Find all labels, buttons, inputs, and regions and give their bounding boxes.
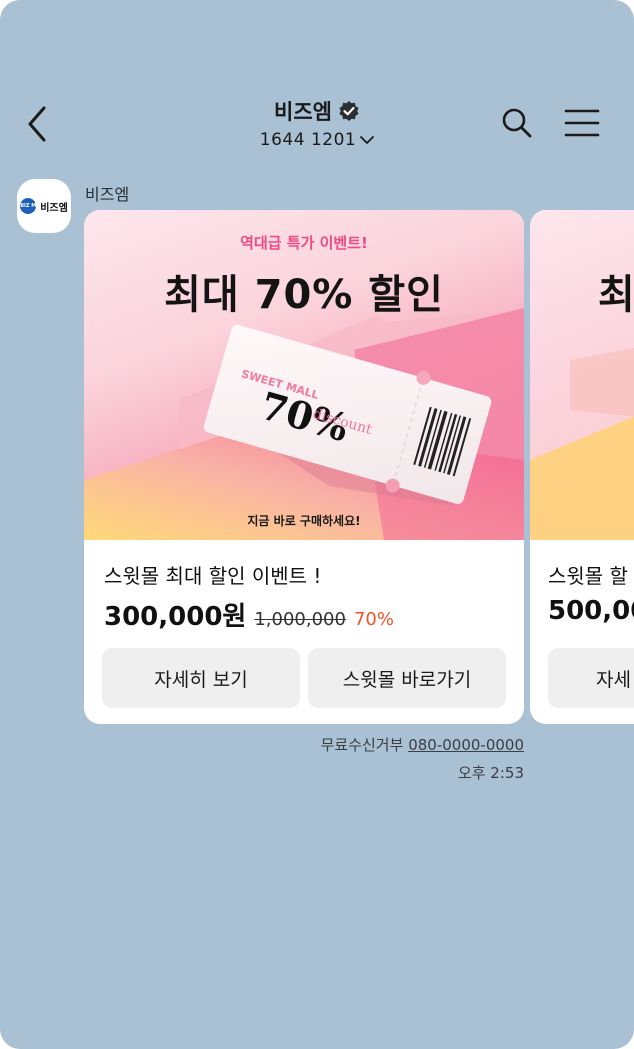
original-price: 1,000,000 bbox=[254, 609, 346, 630]
optout-number-link[interactable]: 080-0000-0000 bbox=[408, 736, 524, 754]
card-2-title: 스윗몰 할 bbox=[548, 564, 628, 588]
banner-footer: 지금 바로 구매하세요! bbox=[247, 514, 361, 528]
message-time: 오후 2:53 bbox=[457, 764, 524, 782]
promo-banner[interactable]: 역대급 특가 이벤트! 최대 70% 할인 SWEET MALL 70% dis… bbox=[84, 210, 524, 540]
banner-subtitle: 역대급 특가 이벤트! bbox=[240, 234, 368, 252]
card-title: 스윗몰 최대 할인 이벤트 ! bbox=[104, 564, 322, 588]
verified-badge-icon bbox=[339, 101, 359, 121]
chat-screen: 비즈엠 1644 1201 BIZ M 비즈엠 비즈엠 역대급 특가 이벤트! … bbox=[0, 0, 634, 1049]
avatar-text: 비즈엠 bbox=[40, 202, 68, 214]
optout-label: 무료수신거부 bbox=[320, 736, 404, 754]
banner-2-illustration bbox=[530, 348, 634, 540]
chat-header: 비즈엠 1644 1201 bbox=[0, 96, 634, 150]
banner-2-headline: 최 bbox=[598, 272, 634, 318]
price-row: 300,000원 1,000,000 70% bbox=[104, 596, 394, 633]
phone-number-dropdown[interactable]: 1644 1201 bbox=[259, 130, 375, 150]
discount-rate: 70% bbox=[353, 609, 394, 630]
hamburger-menu-icon bbox=[564, 109, 600, 137]
card-2-details-button[interactable]: 자세 bbox=[548, 648, 634, 708]
promo-banner-2[interactable]: 최 bbox=[530, 210, 634, 540]
go-to-mall-button[interactable]: 스윗몰 바로가기 bbox=[308, 648, 506, 708]
bizm-logo-icon: BIZ M bbox=[20, 198, 36, 214]
chat-title: 비즈엠 bbox=[274, 100, 332, 124]
menu-button[interactable] bbox=[564, 108, 600, 138]
sender-avatar[interactable]: BIZ M 비즈엠 bbox=[17, 179, 71, 233]
details-button[interactable]: 자세히 보기 bbox=[102, 648, 300, 708]
sender-name: 비즈엠 bbox=[85, 185, 130, 204]
search-button[interactable] bbox=[500, 106, 534, 140]
discount-ticket-illustration bbox=[84, 308, 524, 540]
card-2-price: 500,00 bbox=[548, 596, 634, 626]
message-card-2: 최 스윗몰 할 500,00 자세 bbox=[530, 210, 634, 724]
search-icon bbox=[502, 108, 532, 138]
sale-price: 300,000원 bbox=[104, 602, 247, 632]
message-card: 역대급 특가 이벤트! 최대 70% 할인 SWEET MALL 70% dis… bbox=[84, 210, 524, 724]
optout-line: 무료수신거부 080-0000-0000 bbox=[321, 734, 524, 755]
phone-number: 1644 1201 bbox=[259, 130, 357, 150]
chevron-down-icon bbox=[360, 136, 375, 144]
banner-headline: 최대 70% 할인 bbox=[164, 272, 444, 318]
